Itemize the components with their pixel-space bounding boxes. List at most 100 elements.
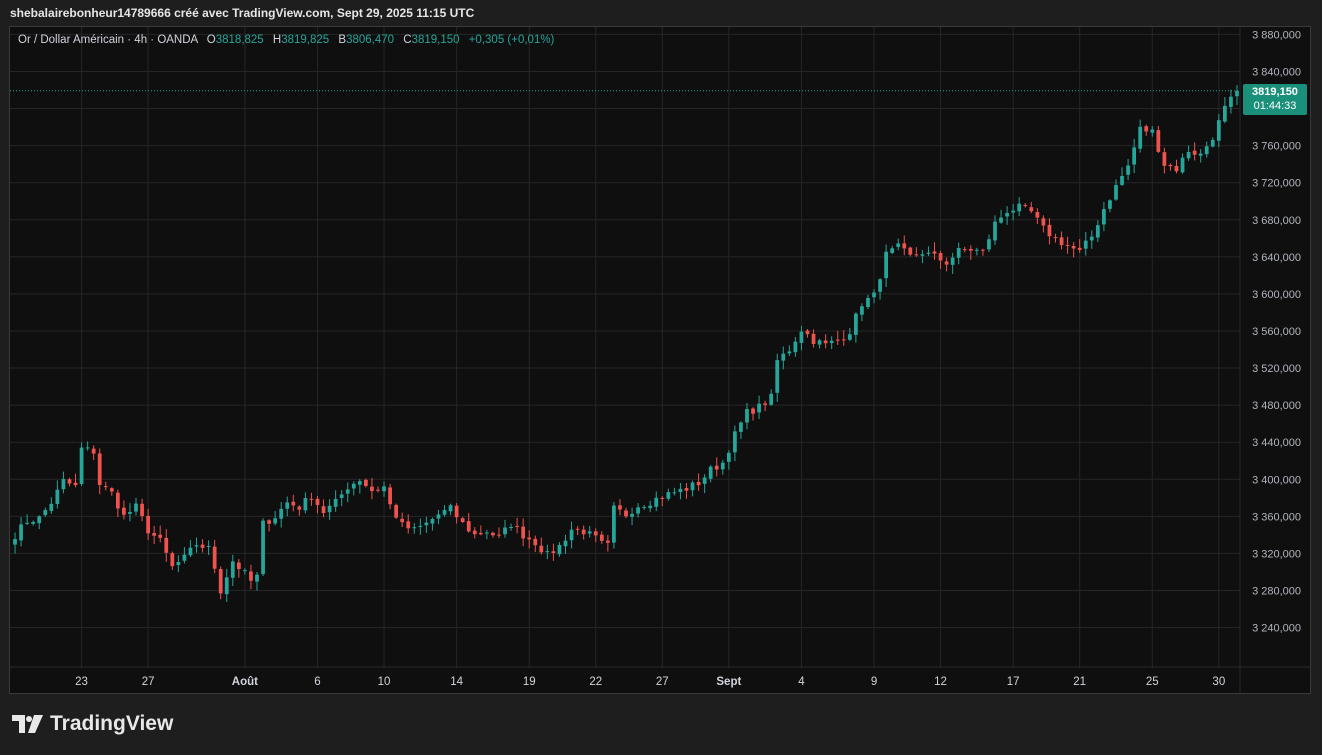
candle-body (212, 546, 217, 569)
candle-body (1041, 218, 1046, 226)
candle-body (1029, 207, 1034, 212)
candle-body (938, 253, 943, 261)
candle-body (545, 551, 550, 553)
y-tick-label: 3 760,000 (1252, 141, 1301, 153)
x-tick-label: 21 (1073, 676, 1086, 688)
candle-body (593, 531, 598, 536)
candle-body (412, 527, 417, 529)
candle-body (618, 505, 622, 510)
candle-body (605, 540, 610, 543)
candle-body (25, 522, 29, 524)
candle-body (1162, 152, 1167, 166)
candle-body (122, 507, 126, 515)
candle-body (636, 507, 640, 514)
x-tick-label: 4 (798, 676, 805, 688)
candle-body (79, 447, 84, 484)
candle-body (962, 249, 967, 251)
candle-body (587, 531, 592, 534)
x-tick-label: 12 (934, 676, 947, 688)
price-chart[interactable]: 3 880,0003 840,0003 800,0003 760,0003 72… (0, 0, 1322, 755)
candle-body (1192, 150, 1197, 155)
candle-body (200, 544, 205, 548)
candle-body (781, 353, 786, 361)
y-tick-label: 3 720,000 (1252, 178, 1301, 190)
y-tick-label: 3 440,000 (1252, 437, 1301, 449)
candle-body (775, 360, 780, 393)
candle-body (333, 498, 338, 507)
candle-body (1150, 129, 1155, 133)
tradingview-logo[interactable]: TradingView (12, 712, 173, 736)
candle-body (642, 506, 647, 508)
candle-body (1174, 165, 1179, 172)
candle-body (1180, 157, 1185, 173)
candle-body (394, 505, 399, 518)
y-tick-label: 3 400,000 (1252, 474, 1301, 486)
candle-body (793, 341, 798, 353)
candle-body (956, 248, 961, 258)
y-tick-label: 3 880,000 (1252, 29, 1301, 41)
candle-body (1144, 126, 1149, 132)
candle-body (454, 505, 459, 518)
candle-body (648, 505, 653, 509)
tradingview-brand: TradingView (50, 712, 174, 735)
candle-body (527, 537, 532, 540)
low-value: 3806,470 (346, 34, 395, 46)
open-value: 3818,825 (215, 34, 264, 46)
candle-body (497, 534, 501, 536)
candle-body (345, 489, 350, 494)
candle-body (1005, 213, 1009, 217)
symbol-label: Or / Dollar Américain · 4h · OANDA (18, 34, 198, 46)
candle-body (115, 492, 120, 509)
candle-body (442, 510, 447, 515)
candle-body (321, 506, 326, 514)
candle-body (1235, 90, 1239, 97)
candle-body (769, 393, 774, 405)
candle-body (950, 257, 955, 265)
candle-body (460, 518, 465, 523)
candle-body (805, 330, 810, 335)
tradingview-logo-icon (12, 715, 43, 733)
candle-body (847, 334, 852, 340)
candle-body (448, 505, 453, 512)
candle-body (539, 545, 544, 553)
candle-body (684, 488, 689, 491)
close-value: 3819,150 (411, 34, 460, 46)
candle-body (890, 248, 895, 253)
candle-body (902, 243, 907, 249)
y-tick-label: 3 600,000 (1252, 289, 1301, 301)
y-tick-label: 3 840,000 (1252, 66, 1301, 78)
candle-body (491, 532, 495, 536)
price-axis: 3 880,0003 840,0003 800,0003 760,0003 72… (1252, 29, 1301, 634)
candle-body (1204, 146, 1209, 155)
candle-body (509, 527, 513, 529)
candle-body (733, 431, 737, 453)
y-tick-label: 3 560,000 (1252, 326, 1301, 338)
x-tick-label: 22 (589, 676, 602, 688)
candle-body (944, 261, 949, 265)
candle-body (908, 247, 913, 255)
candle-body (13, 539, 17, 545)
candle-body (1089, 236, 1094, 241)
candle-body (1077, 247, 1082, 250)
y-tick-label: 3 360,000 (1252, 511, 1301, 523)
candle-body (267, 520, 271, 524)
candle-body (1126, 165, 1130, 175)
candle-body (406, 521, 411, 529)
candle-body (224, 577, 229, 595)
candle-body (73, 482, 78, 486)
candle-body (97, 453, 102, 485)
candle-body (243, 570, 247, 572)
candle-body (823, 340, 828, 344)
candle-body (230, 561, 235, 578)
candle-body (914, 254, 919, 256)
x-tick-label: Août (232, 676, 258, 688)
candle-body (1198, 153, 1203, 156)
candle-body (799, 331, 804, 343)
candle-body (757, 403, 761, 413)
candle-body (1120, 176, 1124, 185)
candle-body (630, 513, 634, 517)
x-tick-label: 14 (450, 676, 463, 688)
candle-body (672, 492, 677, 494)
candles (13, 85, 1239, 602)
candle-body (612, 505, 616, 543)
